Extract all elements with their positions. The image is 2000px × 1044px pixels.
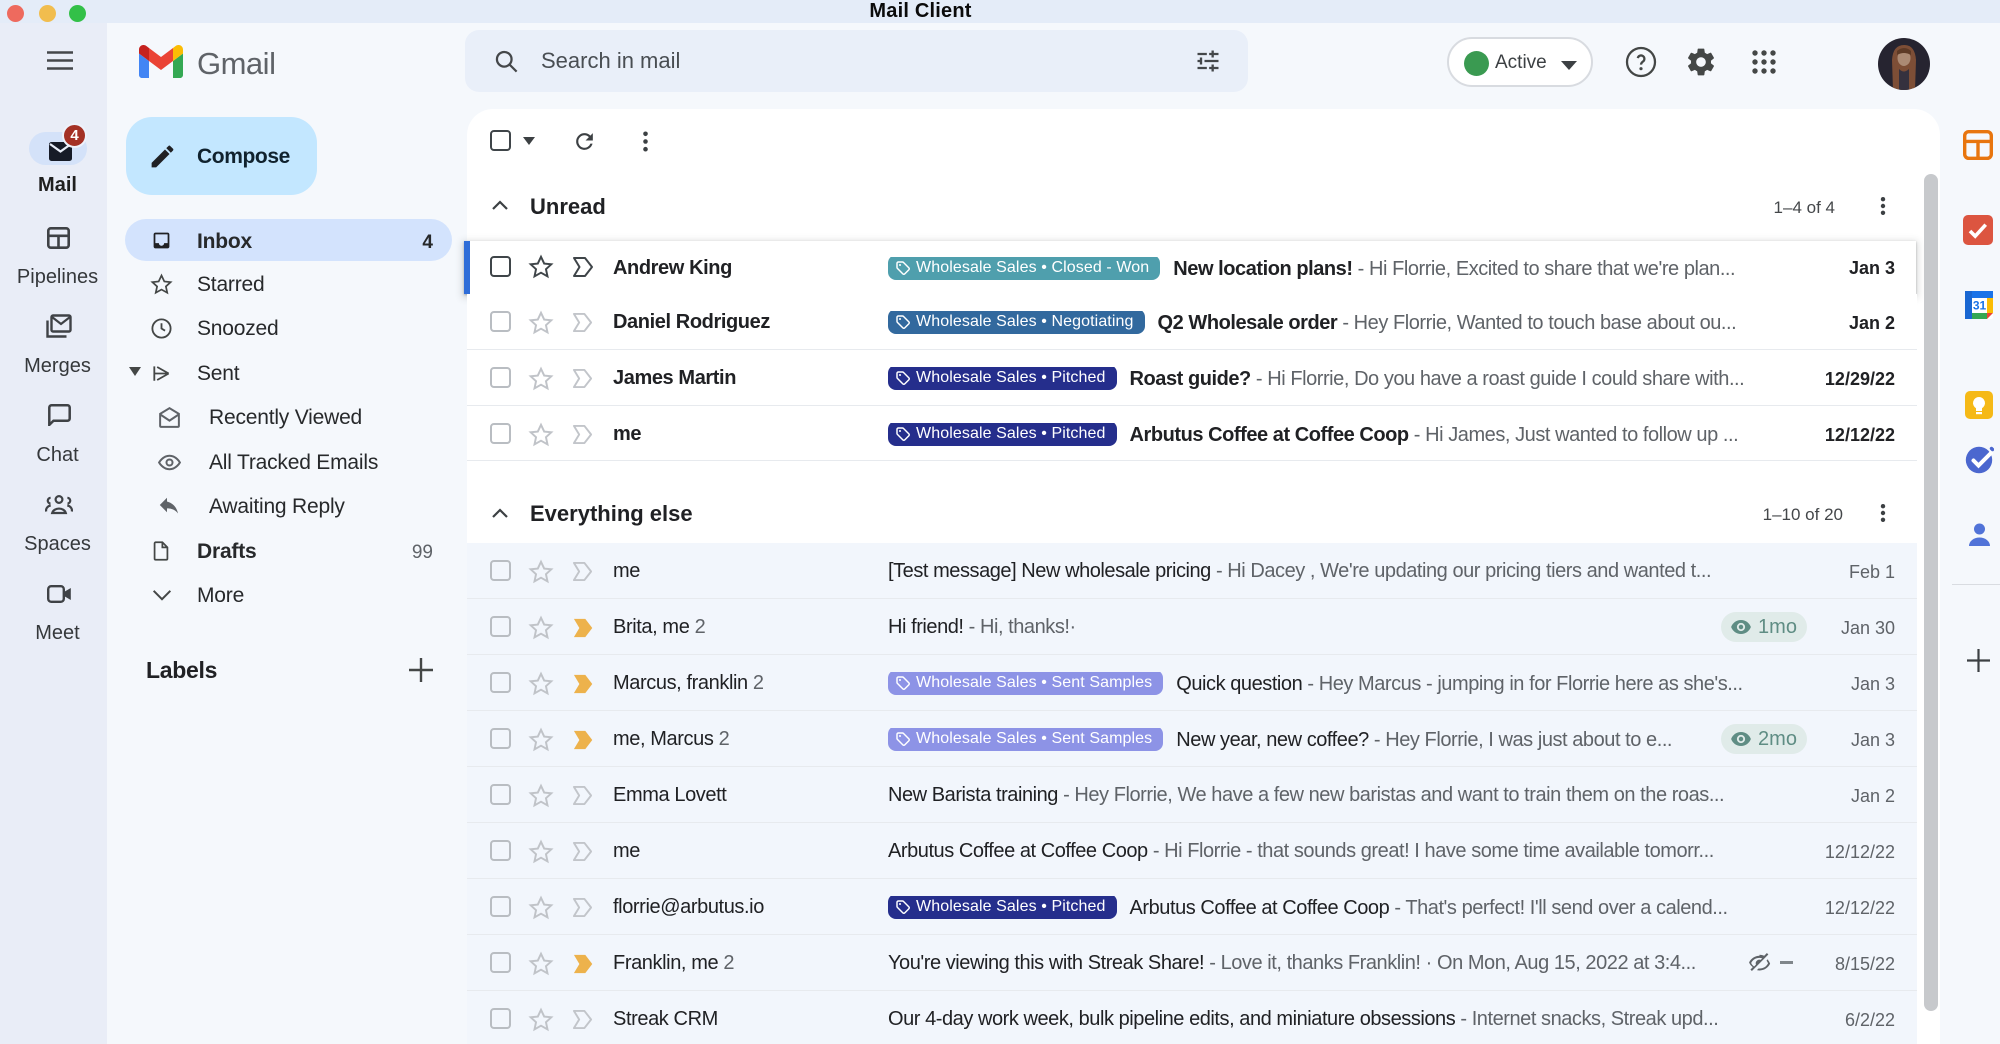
svg-text:31: 31 [1973, 299, 1987, 313]
